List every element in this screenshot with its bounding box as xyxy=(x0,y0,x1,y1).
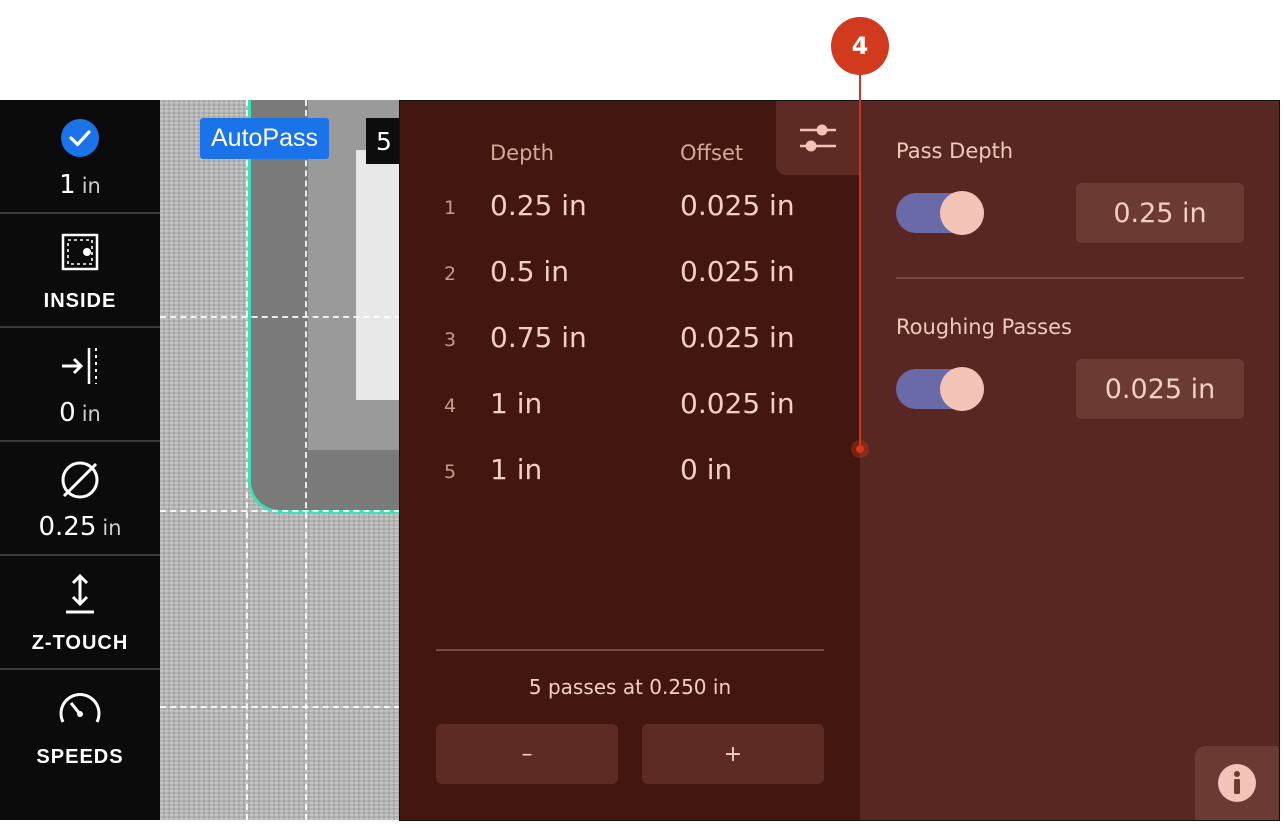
pass-depth: 0.25 in xyxy=(490,189,587,222)
autopass-panel: Depth Offset 1 0.25 in 0.025 in 2 0.5 in… xyxy=(399,100,1280,821)
offset-arrow-icon xyxy=(0,340,160,392)
settings-pane: Pass Depth 0.25 in Roughing Passes 0.025… xyxy=(860,101,1279,820)
pass-depth: 1 in xyxy=(490,387,543,420)
table-row: 3 0.75 in 0.025 in xyxy=(400,321,860,361)
roughing-passes-toggle[interactable] xyxy=(896,367,984,411)
pass-offset: 0.025 in xyxy=(680,189,795,222)
grid-line xyxy=(160,316,400,318)
grid-line xyxy=(160,706,400,708)
table-row: 4 1 in 0.025 in xyxy=(400,387,860,427)
pass-offset: 0 in xyxy=(680,453,733,486)
passes-table-pane: Depth Offset 1 0.25 in 0.025 in 2 0.5 in… xyxy=(400,101,860,820)
sliders-icon xyxy=(800,124,836,152)
z-touch-icon xyxy=(0,568,160,620)
annotation-dot xyxy=(851,440,869,458)
autopass-tag[interactable]: AutoPass xyxy=(200,118,330,159)
pass-number: 2 xyxy=(444,263,457,285)
table-row: 1 0.25 in 0.025 in xyxy=(400,189,860,229)
pass-depth: 1 in xyxy=(490,453,543,486)
sidebar-diameter-value: 0.25 in xyxy=(38,512,122,542)
grid-line xyxy=(160,510,400,512)
sidebar-depth-value: 1 in xyxy=(59,170,101,200)
pass-depth-toggle[interactable] xyxy=(896,191,984,235)
pocket-window xyxy=(356,150,400,400)
grid-line xyxy=(305,100,307,820)
pass-depth: 0.75 in xyxy=(490,321,587,354)
sidebar-offset-value: 0 in xyxy=(59,398,101,428)
sidebar-speeds-label: SPEEDS xyxy=(36,746,124,768)
pass-offset: 0.025 in xyxy=(680,321,795,354)
pass-offset: 0.025 in xyxy=(680,255,795,288)
sidebar-item-z-touch[interactable]: Z-TOUCH xyxy=(0,556,160,670)
pass-number: 4 xyxy=(444,395,457,417)
cut-preview-canvas[interactable]: AutoPass 5 xyxy=(160,100,400,820)
sidebar-item-speeds[interactable]: SPEEDS xyxy=(0,670,160,784)
settings-toggle-button[interactable] xyxy=(776,101,860,175)
sidebar-item-depth[interactable]: 1 in xyxy=(0,100,160,214)
pass-number: 5 xyxy=(444,461,457,483)
info-button[interactable] xyxy=(1195,746,1279,820)
pass-count-badge: 5 xyxy=(366,118,400,164)
speedometer-icon xyxy=(0,682,160,734)
increase-passes-button[interactable]: + xyxy=(642,724,824,784)
table-row: 5 1 in 0 in xyxy=(400,453,860,493)
sidebar-item-inside[interactable]: INSIDE xyxy=(0,214,160,328)
summary-divider xyxy=(436,649,824,651)
annotation-marker: 4 xyxy=(831,17,889,75)
sidebar-inside-label: INSIDE xyxy=(43,290,117,312)
pass-depth-value[interactable]: 0.25 in xyxy=(1076,183,1244,243)
tool-sidebar: 1 in INSIDE 0 in 0.25 in Z-TOUCH SPEEDS xyxy=(0,100,160,820)
decrease-passes-button[interactable]: – xyxy=(436,724,618,784)
grid-line xyxy=(246,100,248,820)
pass-number: 1 xyxy=(444,197,457,219)
inside-cut-icon xyxy=(0,226,160,278)
info-icon xyxy=(1218,764,1256,802)
diameter-icon xyxy=(0,454,160,506)
roughing-passes-value[interactable]: 0.025 in xyxy=(1076,359,1244,419)
toggle-knob xyxy=(940,367,984,411)
offset-column-header: Offset xyxy=(680,141,744,165)
pass-number: 3 xyxy=(444,329,457,351)
annotation-line xyxy=(859,72,861,448)
pass-depth-label: Pass Depth xyxy=(896,139,1014,163)
pass-offset: 0.025 in xyxy=(680,387,795,420)
sidebar-item-diameter[interactable]: 0.25 in xyxy=(0,442,160,556)
pass-depth: 0.5 in xyxy=(490,255,569,288)
table-row: 2 0.5 in 0.025 in xyxy=(400,255,860,295)
sidebar-item-offset[interactable]: 0 in xyxy=(0,328,160,442)
sidebar-z-touch-label: Z-TOUCH xyxy=(31,632,129,654)
roughing-passes-label: Roughing Passes xyxy=(896,315,1072,339)
check-circle-icon xyxy=(0,112,160,164)
passes-summary: 5 passes at 0.250 in xyxy=(528,675,732,699)
toggle-knob xyxy=(940,191,984,235)
depth-column-header: Depth xyxy=(490,141,554,165)
settings-divider xyxy=(896,277,1244,279)
